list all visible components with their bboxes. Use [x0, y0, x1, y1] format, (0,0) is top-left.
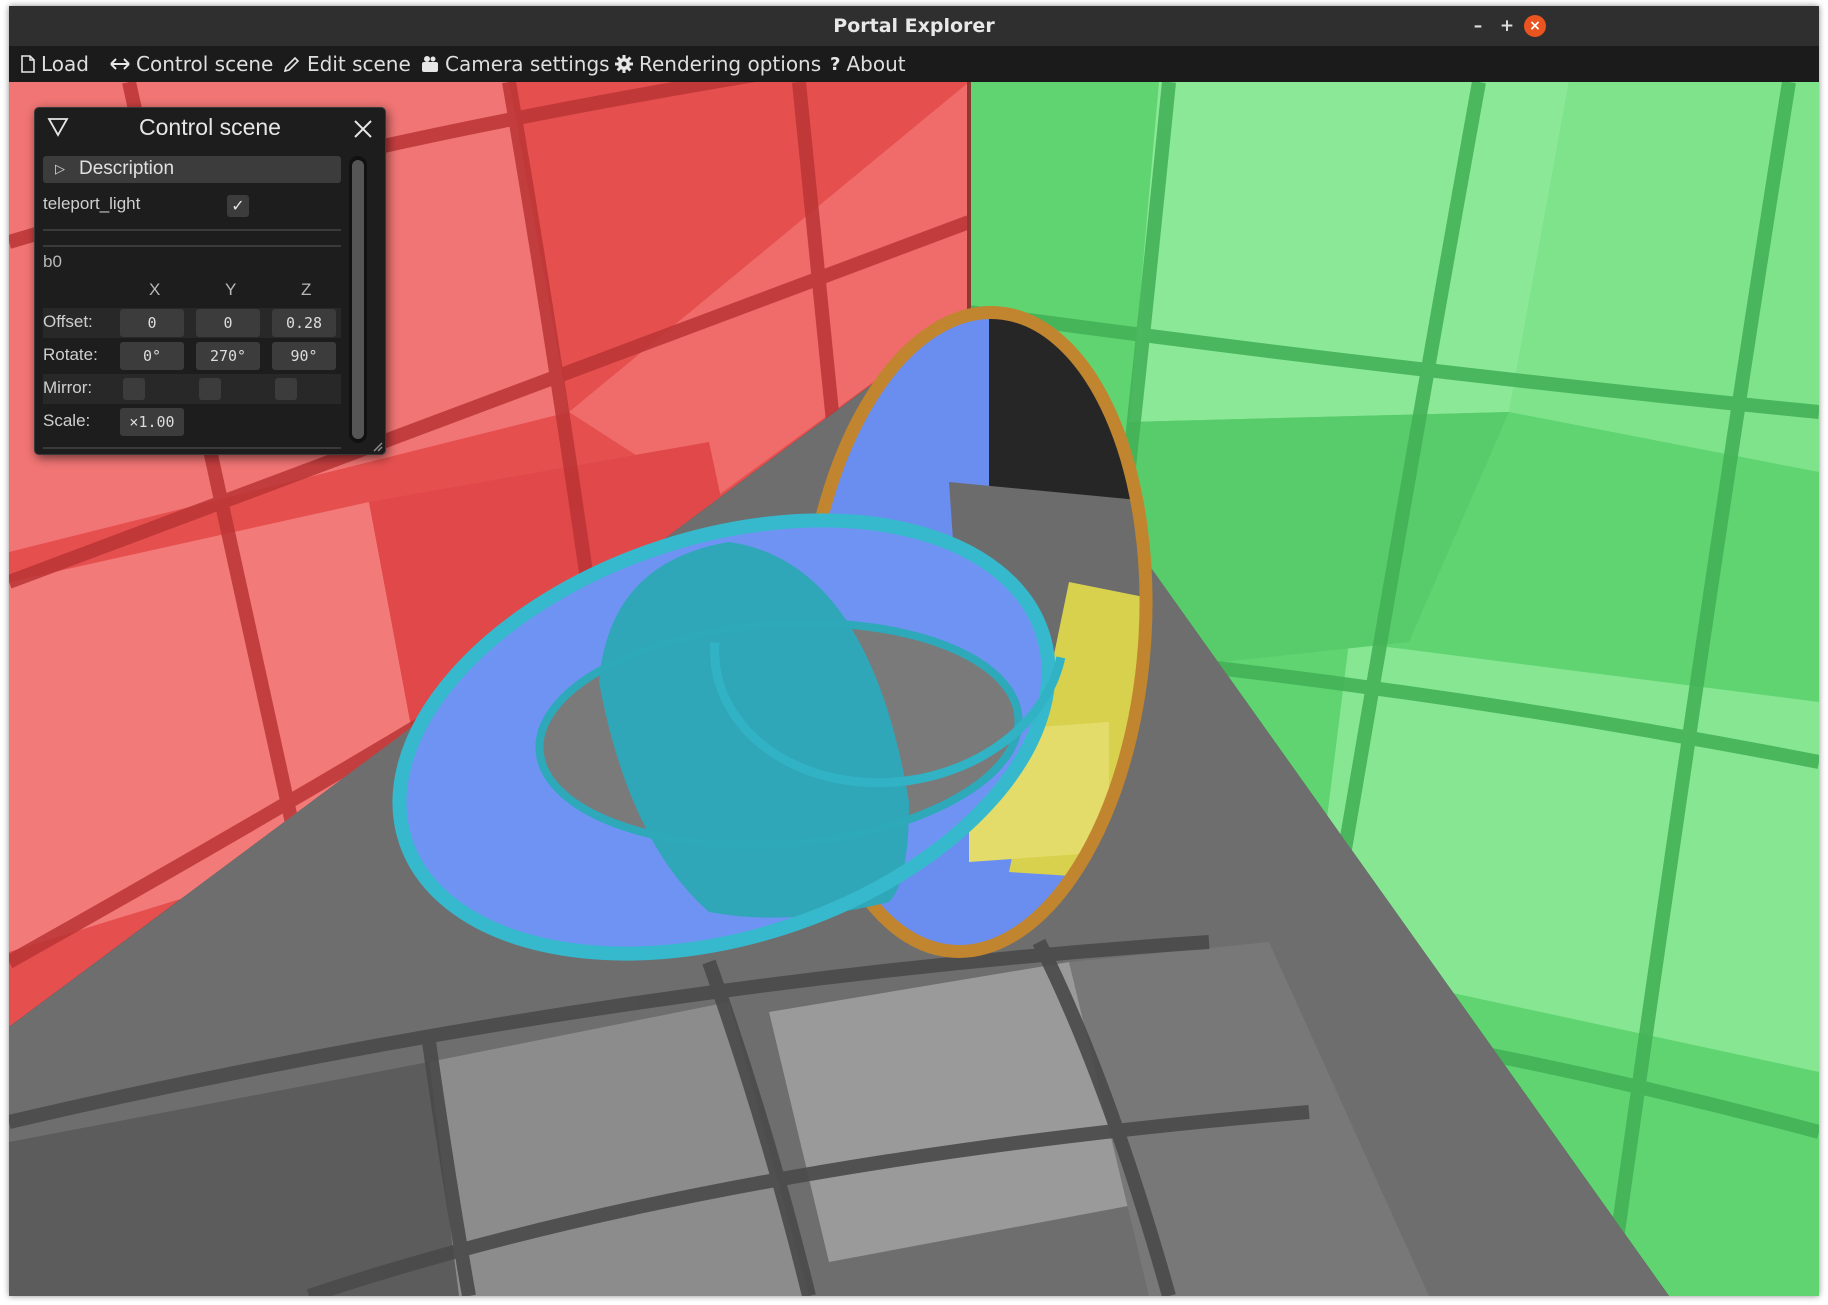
mirror-y-checkbox[interactable] [199, 378, 221, 400]
maximize-button[interactable]: + [1496, 15, 1518, 37]
rotate-y-field[interactable]: 270° [196, 342, 260, 370]
offset-y-field[interactable]: 0 [196, 309, 260, 337]
divider [43, 229, 341, 231]
arrows-horizontal-icon [110, 58, 130, 70]
teleport-light-checkbox[interactable]: ✓ [227, 195, 249, 217]
menu-label: About [846, 52, 906, 76]
mirror-x-checkbox[interactable] [123, 378, 145, 400]
offset-x-field[interactable]: 0 [120, 309, 184, 337]
divider [43, 245, 341, 247]
panel-scrollbar[interactable] [349, 156, 367, 443]
panel-title: Control scene [139, 114, 281, 140]
checkmark-icon: ✓ [231, 196, 245, 215]
menu-about[interactable]: ? About [830, 52, 906, 76]
control-scene-panel: Control scene ▷ Description teleport_lig… [34, 107, 386, 455]
menu-label: Camera settings [445, 52, 610, 76]
scale-field[interactable]: ×1.00 [120, 408, 184, 436]
menu-label: Edit scene [307, 52, 411, 76]
menu-label: Load [41, 52, 89, 76]
gear-icon [615, 55, 633, 73]
pencil-icon [283, 56, 300, 73]
minimize-button[interactable]: – [1467, 15, 1489, 37]
axis-x-label: X [149, 280, 161, 299]
axis-y-label: Y [225, 280, 237, 299]
menu-load[interactable]: Load [21, 52, 89, 76]
file-icon [21, 55, 35, 73]
close-button[interactable]: × [1524, 15, 1546, 37]
question-icon: ? [830, 53, 841, 75]
app-window: Portal Explorer – + × Load Control scene… [9, 6, 1819, 1296]
scrollbar-thumb[interactable] [352, 160, 364, 439]
camera-icon [422, 56, 438, 72]
scale-label: Scale: [43, 411, 91, 430]
menu-camera-settings[interactable]: Camera settings [421, 52, 610, 76]
menu-label: Rendering options [639, 52, 822, 76]
window-title: Portal Explorer [833, 15, 995, 37]
rotate-z-field[interactable]: 90° [272, 342, 336, 370]
object-name: b0 [43, 252, 62, 271]
resize-grip-icon[interactable] [371, 440, 383, 452]
axis-z-label: Z [301, 280, 312, 299]
rotate-x-field[interactable]: 0° [120, 342, 184, 370]
menu-label: Control scene [136, 52, 274, 76]
rotate-label: Rotate: [43, 345, 98, 364]
mirror-z-checkbox[interactable] [275, 378, 297, 400]
expand-triangle-icon: ▷ [55, 161, 65, 176]
description-header[interactable]: ▷ Description [43, 156, 341, 183]
teleport-light-label: teleport_light [43, 194, 141, 213]
menu-edit-scene[interactable]: Edit scene [283, 52, 411, 76]
title-bar[interactable]: Portal Explorer – + × [9, 6, 1819, 46]
divider [43, 447, 341, 449]
offset-z-field[interactable]: 0.28 [272, 309, 336, 337]
menu-bar: Load Control scene Edit scene Camera set… [9, 46, 1819, 82]
3d-viewport[interactable]: Control scene ▷ Description teleport_lig… [9, 82, 1819, 1296]
menu-rendering-options[interactable]: Rendering options [615, 52, 821, 76]
close-icon[interactable] [353, 119, 373, 139]
menu-control-scene[interactable]: Control scene [110, 52, 273, 76]
panel-title-bar[interactable]: Control scene [35, 108, 385, 148]
offset-label: Offset: [43, 312, 93, 331]
mirror-label: Mirror: [43, 378, 93, 397]
description-label: Description [79, 158, 175, 179]
